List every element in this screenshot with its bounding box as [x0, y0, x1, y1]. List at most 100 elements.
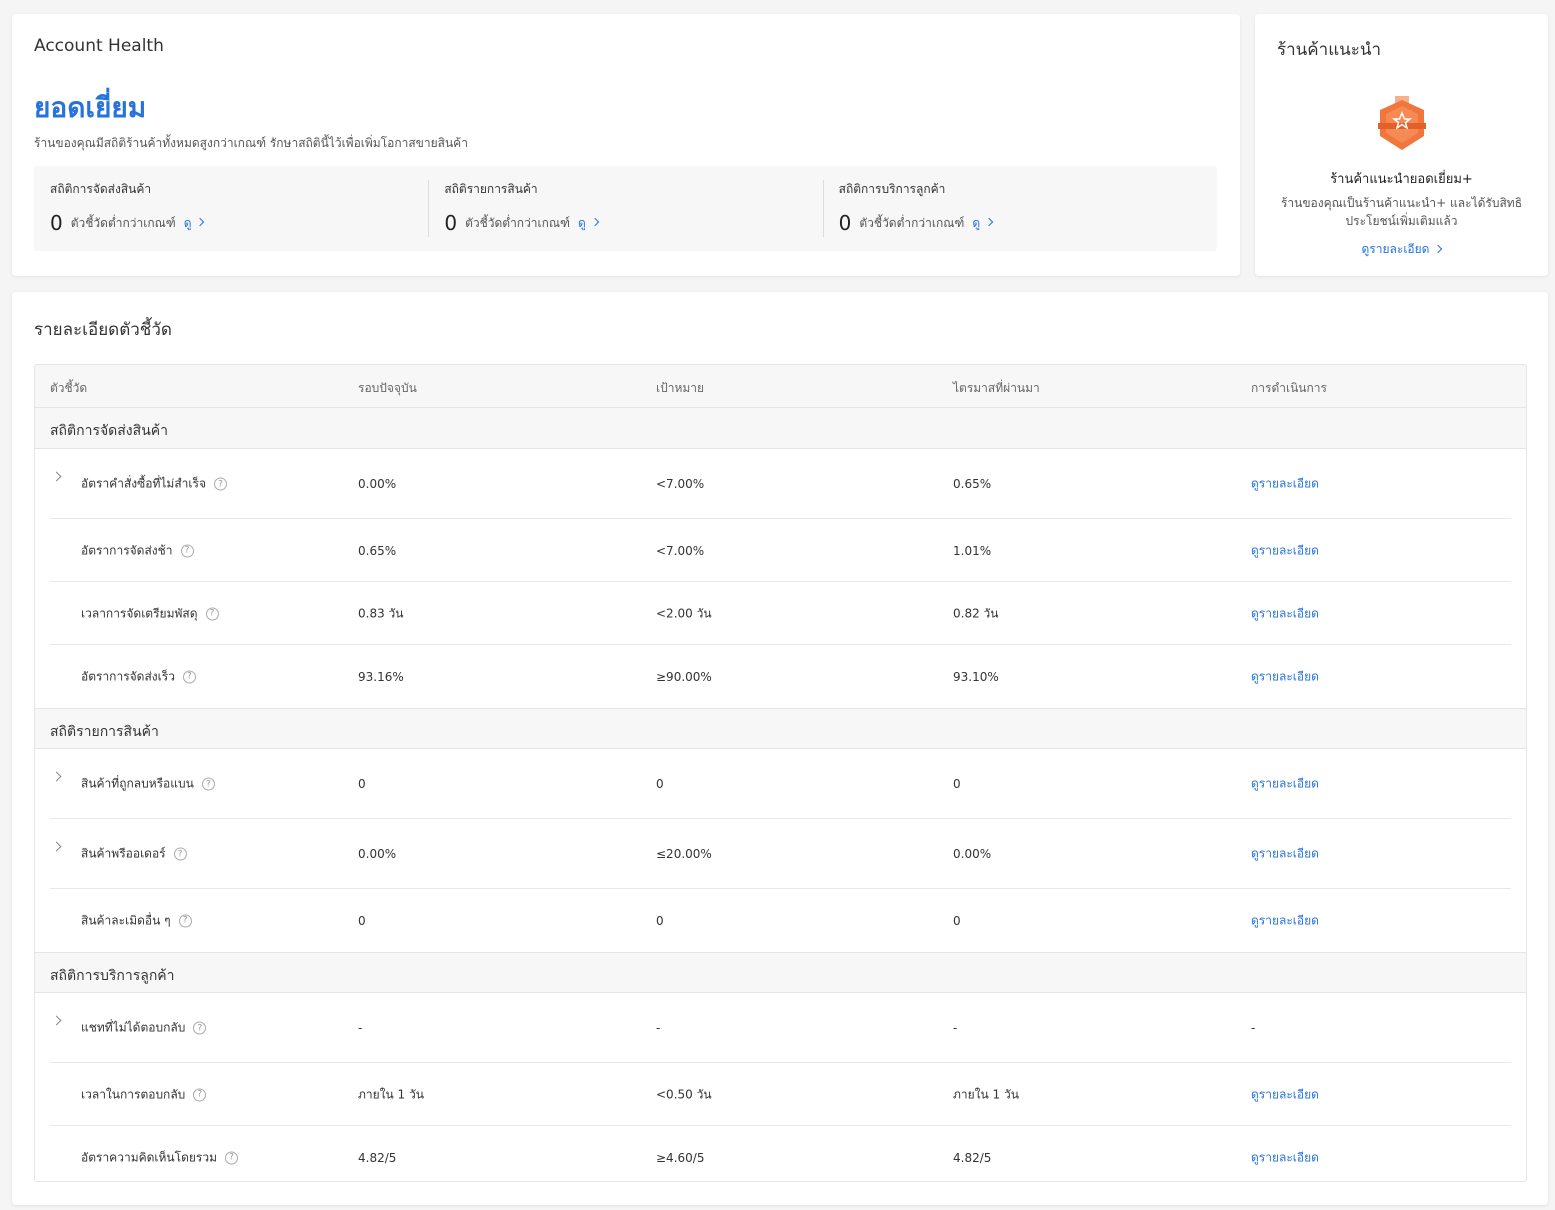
help-icon[interactable]: ?	[225, 1151, 238, 1164]
summary-text: ตัวชี้วัดต่ำกว่าเกณฑ์	[70, 215, 176, 230]
metric-name: อัตราการจัดส่งเร็ว	[81, 669, 175, 683]
metric-name-cell: อัตราการจัดส่งเร็ว?	[81, 667, 196, 686]
view-details-link[interactable]: ดูรายละเอียด	[1251, 667, 1319, 686]
target-value: ≥90.00%	[656, 669, 712, 684]
metric-name: สินค้าละเมิดอื่น ๆ	[81, 913, 171, 927]
table-row: เวลาการจัดเตรียมพัสดุ? 0.83 วัน <2.00 วัน 0…	[35, 582, 1526, 645]
col-previous: ไตรมาสที่ผ่านมา	[953, 381, 1040, 395]
metric-name-cell: เวลาการจัดเตรียมพัสดุ?	[81, 604, 219, 623]
metric-name: สินค้าพรีออเดอร์	[81, 846, 166, 861]
chevron-right-icon	[196, 217, 205, 227]
current-value: -	[358, 1021, 363, 1035]
current-value: 0.83 วัน	[358, 606, 404, 620]
current-value: 93.16%	[358, 669, 404, 684]
metric-name-cell: อัตราการจัดส่งช้า?	[81, 541, 194, 560]
summary-text: ตัวชี้วัดต่ำกว่าเกณฑ์	[465, 215, 571, 230]
recommended-shop-card: ร้านค้าแนะนำ ร้านค้าแนะนำยอดเยี่ยม+ ร้าน…	[1255, 14, 1548, 276]
expand-chevron-icon[interactable]	[51, 771, 62, 782]
metric-name-cell: อัตราคำสั่งซื้อที่ไม่สำเร็จ?	[81, 475, 227, 494]
current-value: 0.65%	[358, 543, 397, 558]
summary-view-link[interactable]: ดู	[184, 214, 205, 233]
expand-chevron-icon[interactable]	[51, 841, 62, 852]
help-icon[interactable]: ?	[213, 477, 227, 491]
chevron-right-icon	[590, 217, 600, 227]
summary-label: สถิติรายการสินค้า	[444, 182, 538, 196]
help-icon[interactable]: ?	[180, 544, 194, 557]
previous-value: 93.10%	[953, 669, 999, 684]
previous-value: -	[953, 1021, 958, 1035]
expand-chevron-icon[interactable]	[51, 471, 62, 482]
account-health-page: Account Health ยอดเยี่ยม ร้านของคุณมีสถิ…	[0, 0, 1555, 1210]
summary-service: สถิติการบริการลูกค้า 0 ตัวชี้วัดต่ำกว่าเ…	[822, 166, 1217, 251]
summary-panel: สถิติการจัดส่งสินค้า 0 ตัวชี้วัดต่ำกว่าเ…	[34, 166, 1217, 251]
metric-name-cell: เวลาในการตอบกลับ?	[81, 1085, 207, 1104]
account-health-card: Account Health ยอดเยี่ยม ร้านของคุณมีสถิ…	[12, 14, 1240, 276]
chevron-right-icon	[984, 217, 994, 227]
help-icon[interactable]: ?	[193, 1088, 207, 1101]
recommended-badge-title: ร้านค้าแนะนำยอดเยี่ยม+	[1330, 172, 1473, 187]
group-header: สถิติการบริการลูกค้า	[35, 952, 1526, 993]
view-details-link[interactable]: ดูรายละเอียด	[1251, 1148, 1319, 1167]
summary-count: 0	[50, 211, 63, 235]
target-value: <7.00%	[656, 543, 705, 558]
summary-view-link[interactable]: ดู	[578, 214, 600, 233]
table-body: สถิติการจัดส่งสินค้า อัตราคำสั่งซื้อที่ไม…	[35, 408, 1526, 1181]
summary-view-link[interactable]: ดู	[972, 214, 994, 233]
summary-text: ตัวชี้วัดต่ำกว่าเกณฑ์	[859, 215, 965, 230]
group-header: สถิติรายการสินค้า	[35, 708, 1526, 749]
expand-chevron-icon[interactable]	[51, 1015, 62, 1026]
table-header: ตัวชี้วัด รอบปัจจุบัน เป้าหมาย ไตรมาสที่…	[35, 365, 1526, 408]
target-value: 0	[656, 913, 664, 928]
view-details-link[interactable]: ดูรายละเอียด	[1251, 911, 1319, 930]
previous-value: 0.00%	[953, 847, 992, 861]
help-icon[interactable]: ?	[205, 607, 219, 620]
metric-name: แชทที่ไม่ได้ตอบกลับ	[81, 1020, 186, 1035]
current-value: 0.00%	[358, 477, 397, 491]
previous-value: 0	[953, 777, 961, 791]
metric-name-cell: แชทที่ไม่ได้ตอบกลับ?	[81, 1019, 207, 1038]
view-details-link[interactable]: ดูรายละเอียด	[1251, 541, 1319, 560]
target-value: <2.00 วัน	[656, 606, 712, 620]
table-row: สินค้าละเมิดอื่น ๆ? 0 0 0 ดูรายละเอียด	[35, 889, 1526, 952]
col-target: เป้าหมาย	[656, 381, 705, 395]
help-icon[interactable]: ?	[182, 670, 196, 683]
target-value: ≤20.00%	[656, 847, 712, 861]
help-icon[interactable]: ?	[201, 777, 215, 791]
recommended-details-link[interactable]: ดูรายละเอียด	[1362, 242, 1443, 256]
help-icon[interactable]: ?	[173, 847, 187, 861]
target-value: -	[656, 1021, 661, 1035]
table-row: อัตราการจัดส่งเร็ว? 93.16% ≥90.00% 93.10% ดู…	[35, 645, 1526, 708]
table-row: อัตราการจัดส่งช้า? 0.65% <7.00% 1.01% ดูรายล…	[35, 519, 1526, 582]
metric-name: เวลาการจัดเตรียมพัสดุ	[81, 606, 198, 620]
current-value: 4.82/5	[358, 1150, 397, 1165]
view-details-link[interactable]: ดูรายละเอียด	[1251, 1085, 1319, 1104]
view-details-link[interactable]: ดูรายละเอียด	[1251, 604, 1319, 623]
metric-name-cell: สินค้าที่ถูกลบหรือแบน?	[81, 775, 215, 794]
group-title: สถิติการบริการลูกค้า	[50, 968, 175, 984]
action-placeholder: -	[1251, 1021, 1256, 1035]
target-value: <7.00%	[656, 477, 705, 491]
view-details-link[interactable]: ดูรายละเอียด	[1251, 845, 1319, 864]
previous-value: 1.01%	[953, 543, 992, 558]
table-row: สินค้าพรีออเดอร์? 0.00% ≤20.00% 0.00% ดูรายล…	[35, 819, 1526, 889]
current-value: 0	[358, 777, 366, 791]
chevron-right-icon	[1434, 244, 1443, 253]
metric-name-cell: อัตราความคิดเห็นโดยรวม?	[81, 1148, 238, 1167]
target-value: <0.50 วัน	[656, 1087, 712, 1101]
table-row: เวลาในการตอบกลับ? ภายใน 1 วัน <0.50 วัน ภาย…	[35, 1063, 1526, 1126]
metric-name: สินค้าที่ถูกลบหรือแบน	[81, 776, 194, 791]
metric-name: อัตราความคิดเห็นโดยรวม	[81, 1150, 217, 1164]
metrics-detail-card: รายละเอียดตัวชี้วัด ตัวชี้วัด รอบปัจจุบั…	[12, 292, 1548, 1205]
table-row: สินค้าที่ถูกลบหรือแบน? 0 0 0 ดูรายละเอียด	[35, 749, 1526, 819]
help-icon[interactable]: ?	[193, 1021, 207, 1035]
view-details-link[interactable]: ดูรายละเอียด	[1251, 475, 1319, 494]
table-row: อัตราความคิดเห็นโดยรวม? 4.82/5 ≥4.60/5 4.82…	[35, 1126, 1526, 1181]
target-value: 0	[656, 777, 664, 791]
summary-label: สถิติการบริการลูกค้า	[838, 182, 946, 196]
recommended-title: ร้านค้าแนะนำ	[1277, 40, 1382, 60]
metrics-title: รายละเอียดตัวชี้วัด	[34, 320, 172, 340]
summary-count: 0	[838, 211, 852, 235]
view-details-link[interactable]: ดูรายละเอียด	[1251, 775, 1319, 794]
help-icon[interactable]: ?	[178, 914, 192, 927]
summary-count: 0	[444, 211, 458, 235]
